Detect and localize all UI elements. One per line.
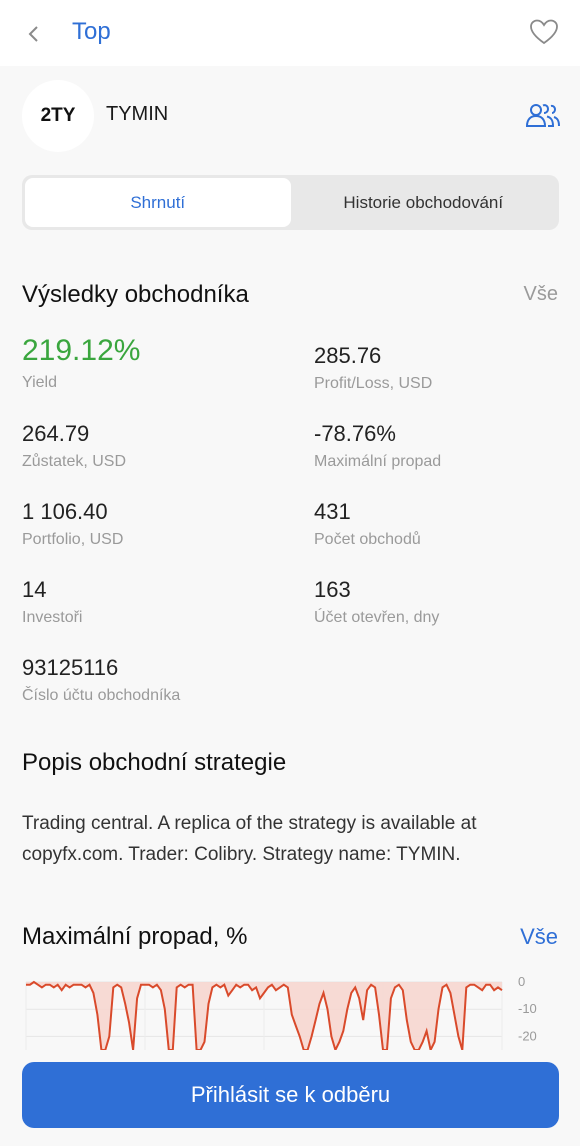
stat-value: 219.12% xyxy=(22,334,141,367)
drawdown-chart: 0 -10 -20 xyxy=(25,974,537,1050)
top-bar: Top xyxy=(0,0,580,66)
people-icon[interactable] xyxy=(524,100,560,130)
trader-name: TYMIN xyxy=(106,103,169,125)
stat-label: Portfolio, USD xyxy=(22,531,124,548)
stat-profit-loss: 285.76 Profit/Loss, USD xyxy=(314,343,432,393)
stat-label: Číslo účtu obchodníka xyxy=(22,687,181,704)
favorite-button[interactable] xyxy=(526,14,562,50)
stat-yield: 219.12% Yield xyxy=(22,334,140,392)
subscribe-button[interactable]: Přihlásit se k odběru xyxy=(22,1062,559,1128)
heart-outline-icon xyxy=(530,19,558,45)
stat-label: Zůstatek, USD xyxy=(22,453,127,470)
stat-value: 14 xyxy=(22,577,47,602)
stat-value: 264.79 xyxy=(22,421,90,446)
trader-avatar: 2TY xyxy=(22,80,94,152)
stat-max-drawdown: -78.76% Maximální propad xyxy=(314,421,441,471)
stat-value: 93125116 xyxy=(22,655,119,680)
stat-trade-count: 431 Počet obchodů xyxy=(314,499,421,549)
back-title[interactable]: Top xyxy=(72,18,111,46)
stat-label: Profit/Loss, USD xyxy=(314,375,433,392)
chevron-left-icon xyxy=(28,26,38,42)
y-tick-label: -20 xyxy=(518,1028,537,1043)
stat-investors: 14 Investoři xyxy=(22,577,82,627)
stat-portfolio: 1 106.40 Portfolio, USD xyxy=(22,499,123,549)
results-all-link[interactable]: Vše xyxy=(524,283,558,306)
y-tick-label: 0 xyxy=(518,974,525,989)
back-button[interactable] xyxy=(16,16,52,52)
y-tick-label: -10 xyxy=(518,1001,537,1016)
tab-bar: Shrnutí Historie obchodování xyxy=(22,175,559,230)
stat-value: 1 106.40 xyxy=(22,499,108,524)
stat-value: -78.76% xyxy=(314,421,396,446)
stat-label: Účet otevřen, dny xyxy=(314,609,440,626)
results-title: Výsledky obchodníka xyxy=(22,281,249,308)
tab-summary[interactable]: Shrnutí xyxy=(25,178,291,227)
stat-label: Počet obchodů xyxy=(314,531,421,548)
stat-label: Investoři xyxy=(22,609,83,626)
stat-label: Maximální propad xyxy=(314,453,442,470)
stat-balance: 264.79 Zůstatek, USD xyxy=(22,421,126,471)
stat-value: 285.76 xyxy=(314,343,382,368)
strategy-description: Trading central. A replica of the strate… xyxy=(22,813,477,865)
stat-label: Yield xyxy=(22,374,57,391)
stat-value: 431 xyxy=(314,499,351,524)
drawdown-all-link[interactable]: Vše xyxy=(520,924,558,950)
stat-account-age: 163 Účet otevřen, dny xyxy=(314,577,439,627)
chart-y-ticks: 0 -10 -20 xyxy=(518,974,537,1043)
drawdown-title: Maximální propad, % xyxy=(22,923,248,950)
stat-account-number: 93125116 Číslo účtu obchodníka xyxy=(22,655,180,705)
tab-trading-history[interactable]: Historie obchodování xyxy=(291,178,557,227)
strategy-title: Popis obchodní strategie xyxy=(22,749,287,776)
stat-value: 163 xyxy=(314,577,351,602)
